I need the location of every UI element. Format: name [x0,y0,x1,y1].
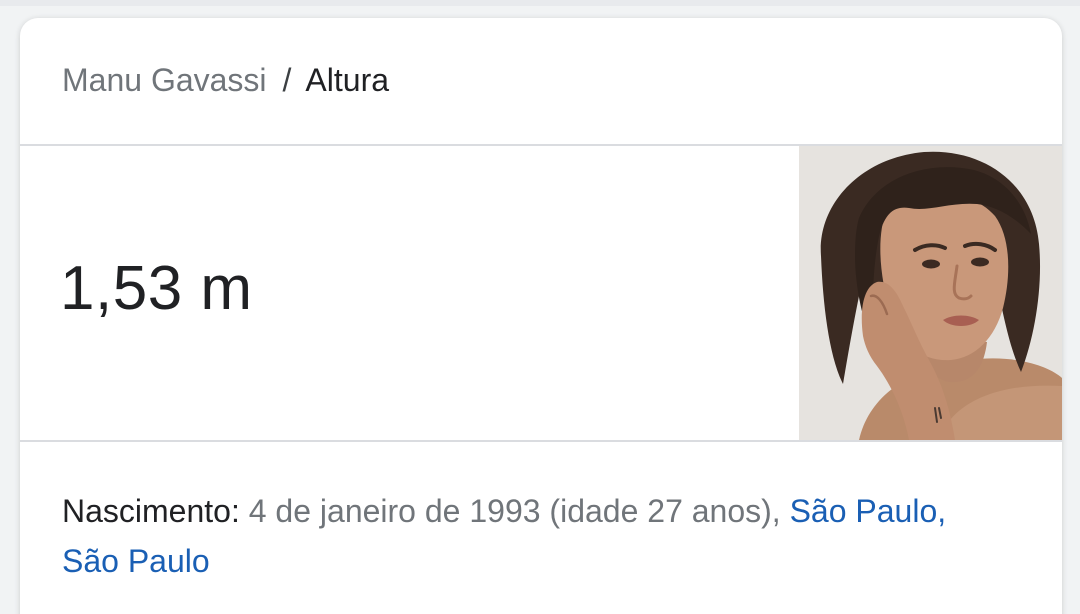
breadcrumb-entity-link[interactable]: Manu Gavassi [62,62,267,98]
search-result-page: Manu Gavassi / Altura 1,53 m Nascimento:… [0,0,1080,614]
answer-value: 1,53 m [60,254,253,323]
birth-fact: Nascimento: 4 de janeiro de 1993 (idade … [62,486,962,586]
birth-label: Nascimento: [62,493,240,529]
knowledge-card: Manu Gavassi / Altura 1,53 m Nascimento:… [20,18,1062,614]
top-strip [0,0,1080,6]
breadcrumb-attribute: Altura [305,62,390,98]
portrait-photo[interactable] [799,146,1062,440]
breadcrumb: Manu Gavassi / Altura [62,60,389,100]
portrait-photo-image [799,146,1062,440]
birth-value: 4 de janeiro de 1993 (idade 27 anos), [239,493,790,529]
card-divider [20,440,1062,442]
breadcrumb-separator: / [282,62,292,98]
